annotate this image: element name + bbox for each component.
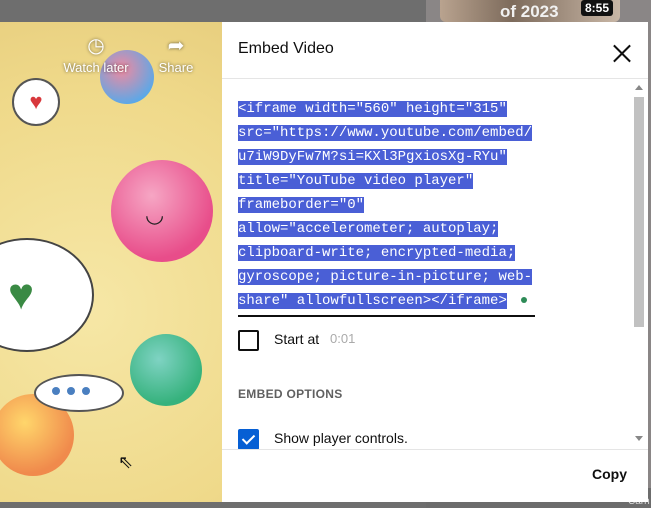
- embed-code[interactable]: <iframe width="560" height="315" src="ht…: [238, 97, 535, 313]
- dialog-content: <iframe width="560" height="315" src="ht…: [222, 79, 648, 449]
- embed-code-line: u7iW9DyFw7M?si=KXl3PgxiosXg-RYu": [238, 149, 507, 165]
- video-preview: ◡ ♥ ♥ ◷ Watch later ➦ Share: [0, 22, 222, 502]
- embed-code-line: clipboard-write; encrypted-media;: [238, 245, 516, 261]
- dialog-title: Embed Video: [238, 40, 334, 57]
- scrollbar-thumb[interactable]: [634, 97, 644, 327]
- typing-bubble: [34, 374, 124, 412]
- scroll-down-icon[interactable]: [635, 436, 643, 441]
- smile-face: ◡: [145, 202, 165, 227]
- embed-code-textarea[interactable]: <iframe width="560" height="315" src="ht…: [238, 97, 535, 317]
- start-at-label: Start at: [274, 331, 320, 347]
- embed-code-line: allow="accelerometer; autoplay;: [238, 221, 499, 237]
- share-arrow-icon: ➦: [167, 35, 185, 57]
- embed-code-line: gyroscope; picture-in-picture; web-: [238, 269, 533, 285]
- emoji-ball-green: [130, 334, 202, 406]
- embed-dialog: Embed Video <iframe width="560" height="…: [222, 22, 648, 502]
- typing-dot: [82, 387, 90, 395]
- grammar-status-icon: [520, 297, 527, 304]
- embed-options-heading: EMBED OPTIONS: [238, 387, 343, 401]
- copy-button[interactable]: Copy: [580, 458, 639, 490]
- show-controls-checkbox[interactable]: [238, 429, 259, 449]
- heart-bubble-icon: ♥: [12, 78, 60, 126]
- scroll-up-icon[interactable]: [635, 85, 643, 90]
- show-controls-label: Show player controls.: [274, 430, 408, 446]
- close-icon[interactable]: [606, 38, 638, 70]
- embed-code-line: frameborder="0": [238, 197, 365, 213]
- duration-badge: 8:55: [581, 0, 614, 16]
- embed-code-line: title="YouTube video player": [238, 173, 474, 189]
- green-heart-icon: ♥: [8, 270, 35, 319]
- start-at-checkbox[interactable]: [238, 330, 259, 351]
- divider: [222, 449, 648, 450]
- start-at-time-input[interactable]: 0:01: [330, 331, 355, 346]
- mouse-cursor-icon: ⇖: [118, 452, 134, 472]
- typing-dot: [52, 387, 60, 395]
- embed-code-line: share" allowfullscreen></iframe>: [238, 293, 507, 309]
- watch-later-button[interactable]: ◷ Watch later: [61, 36, 131, 75]
- clock-icon: ◷: [87, 35, 105, 57]
- thumbnail-text: of 2023: [500, 2, 559, 21]
- share-label: Share: [158, 60, 194, 75]
- share-button[interactable]: ➦ Share: [155, 36, 197, 75]
- embed-code-line: <iframe width="560" height="315": [238, 101, 507, 117]
- embed-code-line: src="https://www.youtube.com/embed/: [238, 125, 533, 141]
- watch-later-label: Watch later: [63, 60, 129, 75]
- dialog-scrollbar[interactable]: [632, 79, 644, 449]
- typing-dot: [67, 387, 75, 395]
